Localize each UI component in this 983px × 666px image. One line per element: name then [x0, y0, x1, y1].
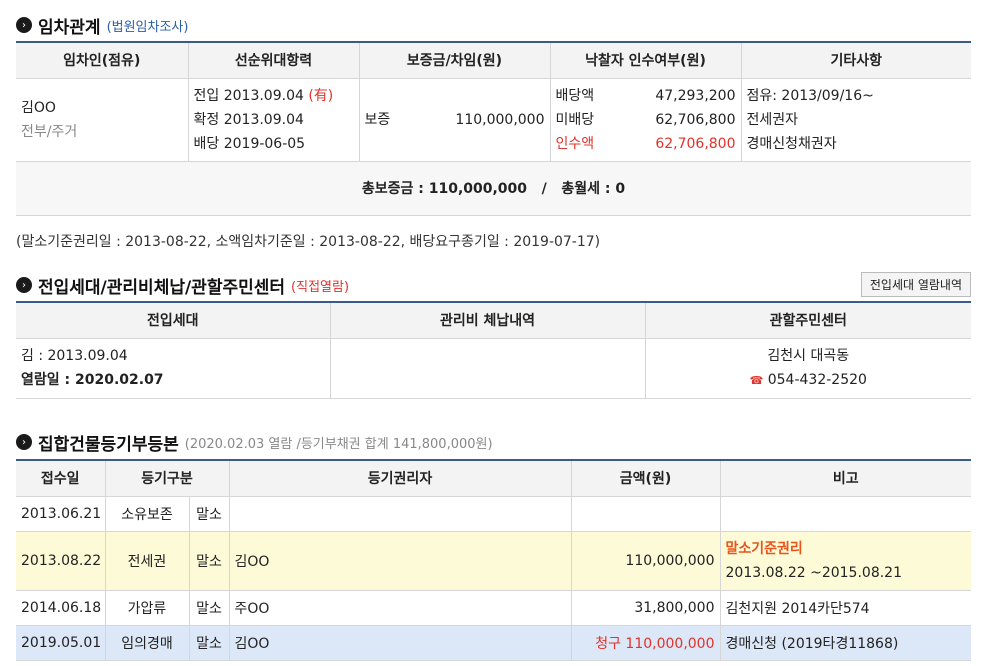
row-amount: 110,000,000 [570, 530, 721, 591]
col-assume: 낙찰자 인수여부(원) [549, 41, 742, 79]
move-in-date: 김 : 2013.09.04 [21, 348, 128, 364]
lease-table-wrap: 임차인(점유) 선순위대항력 보증금/차임(원) 낙찰자 인수여부(원) 기타사… [16, 41, 971, 216]
assume-undivided: 미배당 62,706,800 [555, 111, 736, 128]
table-row: 2014.06.18 가압류 말소 주OO 31,800,000 김천지원 20… [16, 589, 971, 626]
chevron-right-icon: › [16, 277, 32, 293]
row-note [719, 495, 971, 532]
col-deposit: 보증금/차임(원) [358, 41, 551, 79]
etc-lease-holder: 전세권자 [746, 111, 799, 128]
lease-subtitle: (법원임차조사) [106, 19, 189, 35]
center-phone-line: ☎ 054-432-2520 [651, 368, 967, 393]
tenant-name: 김OO [21, 99, 56, 116]
section-title-registry: › 집합건물등기부등본 (2020.02.03 열람 /등기부채권 합계 141… [16, 430, 493, 455]
row-date: 2019.05.01 [16, 624, 106, 661]
arrears-cell [329, 337, 646, 399]
priority-dividend: 배당 2019-06-05 [193, 135, 306, 152]
row-holder: 김OO [228, 624, 572, 661]
row-date: 2013.08.22 [16, 530, 106, 591]
row-amount [570, 495, 721, 532]
row-date: 2014.06.18 [16, 589, 106, 626]
col-amount: 금액(원) [570, 459, 721, 497]
priority-cell: 전입 2013.09.04 (有) 확정 2013.09.04 배당 2019-… [187, 77, 360, 162]
col-date: 접수일 [16, 459, 106, 497]
center-phone: 054-432-2520 [767, 371, 867, 388]
row-date: 2013.06.21 [16, 495, 106, 532]
col-arrears: 관리비 체납내역 [329, 301, 646, 339]
col-type: 등기구분 [104, 459, 230, 497]
row-status: 말소 [188, 624, 230, 661]
center-cell: 김천시 대곡동 ☎ 054-432-2520 [644, 337, 971, 399]
deposit-value: 110,000,000 [455, 111, 545, 128]
deposit-label: 보증 [364, 111, 391, 128]
registry-title: 집합건물등기부등본 [38, 434, 179, 455]
table-row: 2019.05.01 임의경매 말소 김OO 청구 110,000,000 경매… [16, 624, 971, 661]
lease-table: 임차인(점유) 선순위대항력 보증금/차임(원) 낙찰자 인수여부(원) 기타사… [16, 41, 971, 216]
table-row: 2013.08.22 전세권 말소 김OO 110,000,000 말소기준권리… [16, 530, 971, 591]
priority-confirm: 확정 2013.09.04 [193, 111, 304, 128]
row-holder: 김OO [228, 530, 572, 591]
row-note: 말소기준권리 2013.08.22 ~2015.08.21 [719, 530, 971, 591]
tenant-sub: 전부/주거 [21, 123, 78, 140]
etc-cell: 점유: 2013/09/16~ 전세권자 경매신청채권자 [740, 77, 971, 162]
phone-icon: ☎ [749, 373, 764, 387]
lease-summary: 총보증금 : 110,000,000 / 총월세 : 0 [16, 160, 971, 216]
tenant-cell: 김OO 전부/주거 [16, 77, 189, 162]
row-holder: 주OO [228, 589, 572, 626]
row-amount: 31,800,000 [570, 589, 721, 626]
section-title-household: › 전입세대/관리비체납/관할주민센터 (직접열람) [16, 273, 350, 298]
row-type: 임의경매 [104, 624, 190, 661]
base-right-label: 말소기준권리 [725, 540, 803, 557]
move-in-cell: 김 : 2013.09.04 열람일 : 2020.02.07 [16, 337, 331, 399]
row-type: 전세권 [104, 530, 190, 591]
col-etc: 기타사항 [740, 41, 971, 79]
registry-table: 접수일 등기구분 등기권리자 금액(원) 비고 2013.06.21 소유보존 … [16, 459, 971, 661]
row-amount: 청구 110,000,000 [570, 624, 721, 661]
col-tenant: 임차인(점유) [16, 41, 189, 79]
registry-subtitle: (2020.02.03 열람 /등기부채권 합계 141,800,000원) [184, 436, 493, 452]
lease-title: 임차관계 [38, 17, 101, 38]
household-history-button[interactable]: 전입세대 열람내역 [860, 272, 971, 297]
assume-cell: 배당액 47,293,200 미배당 62,706,800 인수액 62,706,80… [549, 77, 742, 162]
view-date: 열람일 : 2020.02.07 [21, 372, 164, 388]
lease-note: (말소기준권리일 : 2013-08-22, 소액임차기준일 : 2013-08… [16, 234, 601, 250]
priority-move-in: 전입 2013.09.04 (有) [193, 87, 334, 104]
row-type: 소유보존 [104, 495, 190, 532]
registry-table-wrap: 접수일 등기구분 등기권리자 금액(원) 비고 2013.06.21 소유보존 … [16, 459, 971, 661]
row-status: 말소 [188, 495, 230, 532]
household-title: 전입세대/관리비체납/관할주민센터 [38, 277, 286, 298]
base-right-period: 2013.08.22 ~2015.08.21 [725, 564, 903, 581]
section-title-lease: › 임차관계 (법원임차조사) [16, 13, 189, 38]
etc-creditor: 경매신청채권자 [746, 135, 837, 152]
etc-occupancy: 점유: 2013/09/16~ [746, 87, 874, 104]
col-move-in: 전입세대 [16, 301, 331, 339]
assume-amount: 인수액 62,706,800 [555, 135, 736, 152]
row-note: 경매신청 (2019타경11868) [719, 624, 971, 661]
row-status: 말소 [188, 530, 230, 591]
household-subtitle: (직접열람) [291, 279, 350, 295]
household-table: 전입세대 관리비 체납내역 관할주민센터 김 : 2013.09.04 열람일 … [16, 301, 971, 399]
chevron-right-icon: › [16, 17, 32, 33]
col-note: 비고 [719, 459, 971, 497]
row-note: 김천지원 2014카단574 [719, 589, 971, 626]
household-table-wrap: 전입세대 관리비 체납내역 관할주민센터 김 : 2013.09.04 열람일 … [16, 301, 971, 399]
chevron-right-icon: › [16, 434, 32, 450]
deposit-cell: 보증 110,000,000 [358, 77, 551, 162]
row-status: 말소 [188, 589, 230, 626]
col-priority: 선순위대항력 [187, 41, 360, 79]
center-name: 김천시 대곡동 [767, 347, 850, 364]
col-center: 관할주민센터 [644, 301, 971, 339]
col-holder: 등기권리자 [228, 459, 572, 497]
table-row: 2013.06.21 소유보존 말소 [16, 495, 971, 532]
assume-dividend: 배당액 47,293,200 [555, 87, 736, 104]
row-holder [228, 495, 572, 532]
row-type: 가압류 [104, 589, 190, 626]
